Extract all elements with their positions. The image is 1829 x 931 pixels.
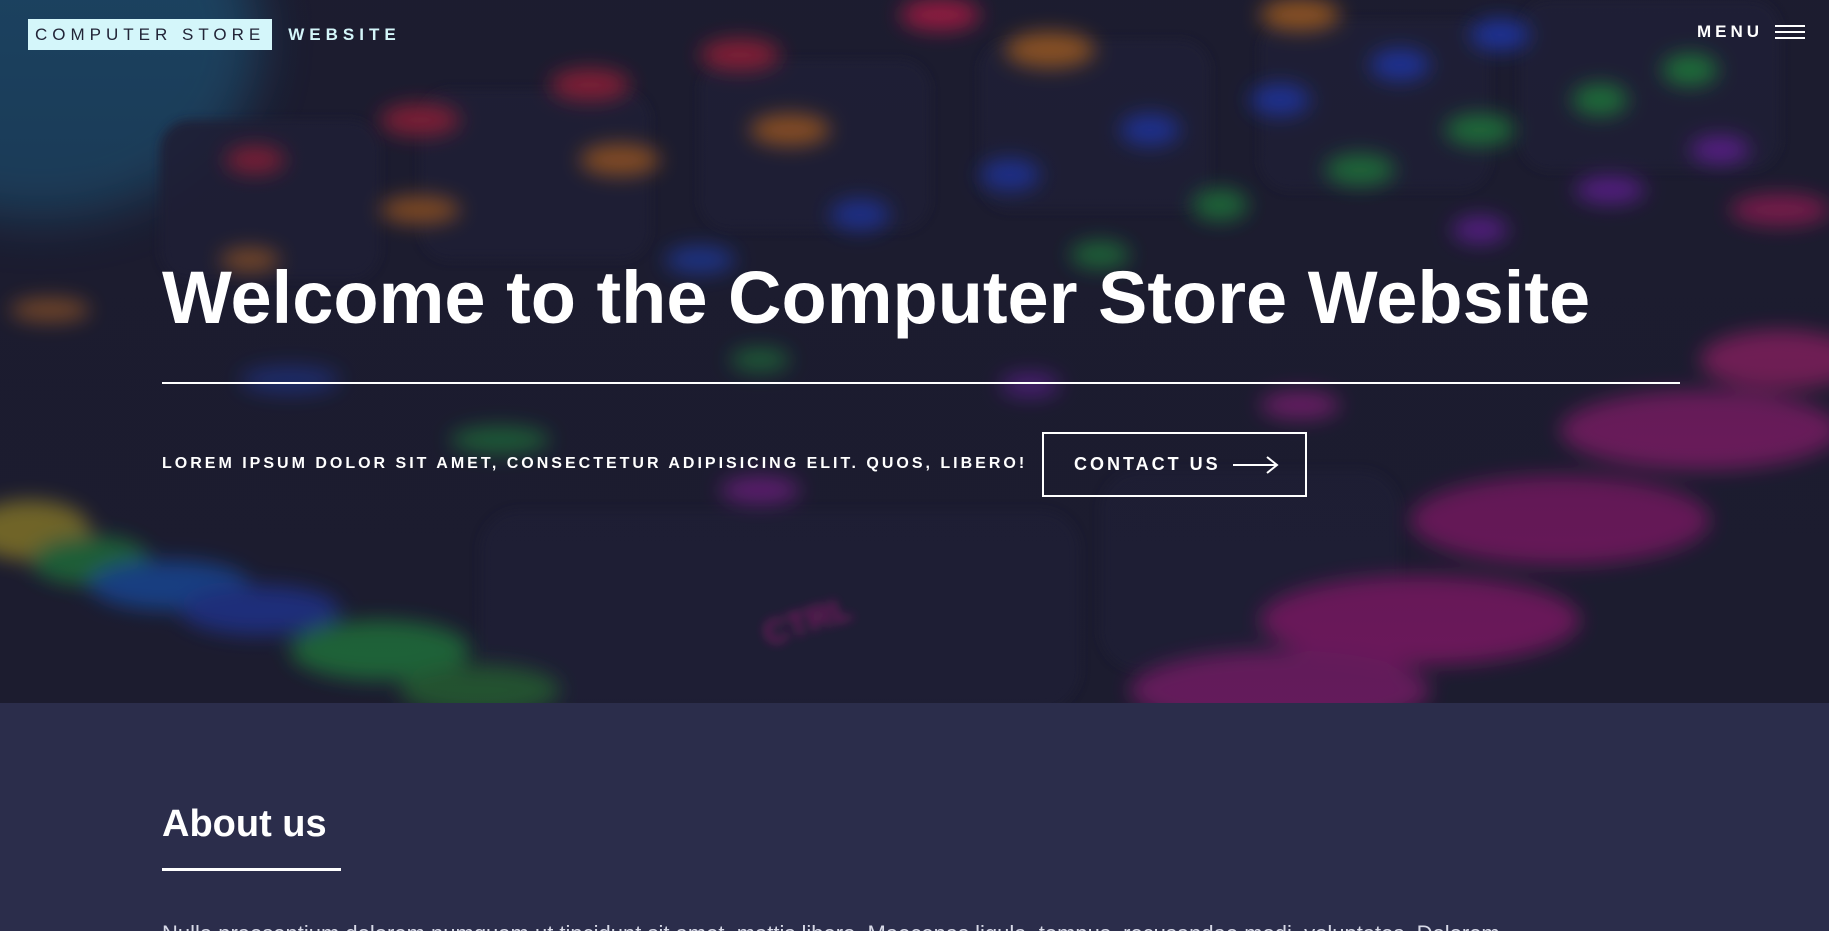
about-section: About us Nulla praesentium dolorem numqu… <box>0 703 1829 931</box>
about-text: Nulla praesentium dolorem numquam ut tin… <box>162 921 1662 931</box>
hamburger-icon <box>1775 23 1805 41</box>
brand-primary: COMPUTER STORE <box>28 19 273 50</box>
hero-divider <box>162 382 1680 384</box>
hero-section: CTRL COMPUTER STORE WEBSITE MENU Welcome… <box>0 0 1829 703</box>
contact-us-label: CONTACT US <box>1074 454 1221 474</box>
menu-button[interactable]: MENU <box>1697 22 1805 42</box>
arrow-right-icon <box>1232 455 1279 474</box>
hero-title: Welcome to the Computer Store Website <box>162 256 1591 339</box>
about-divider <box>162 868 341 871</box>
about-title: About us <box>162 803 327 845</box>
brand-logo[interactable]: COMPUTER STORE WEBSITE <box>28 19 401 50</box>
hero-tagline: LOREM IPSUM DOLOR SIT AMET, CONSECTETUR … <box>162 455 1028 472</box>
menu-label: MENU <box>1696 22 1763 41</box>
brand-secondary: WEBSITE <box>288 24 401 44</box>
top-nav: COMPUTER STORE WEBSITE MENU <box>0 0 1829 68</box>
hero-overlay <box>0 0 1829 703</box>
contact-us-button[interactable]: CONTACT US <box>1042 432 1307 497</box>
